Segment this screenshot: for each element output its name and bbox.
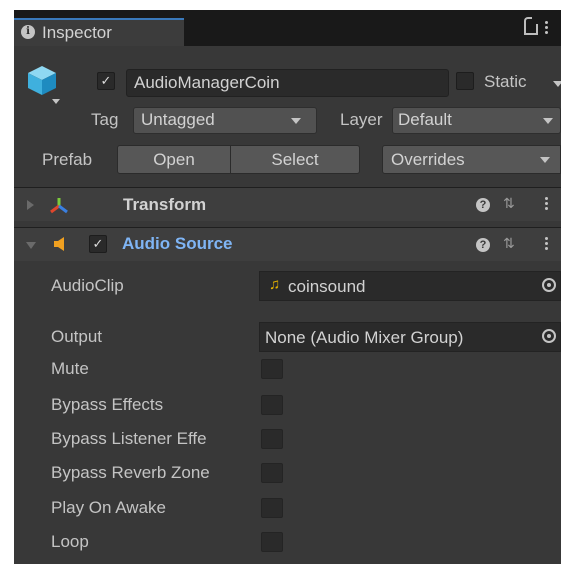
component-menu-icon[interactable] xyxy=(545,237,548,252)
output-label: Output xyxy=(51,327,103,346)
layer-dropdown[interactable]: Default xyxy=(392,107,561,134)
loop-label: Loop xyxy=(51,532,89,551)
tab-bar: i Inspector xyxy=(14,10,561,46)
lock-icon[interactable] xyxy=(524,17,538,35)
active-toggle-checkbox[interactable]: ✓ xyxy=(97,72,115,90)
audioclip-field[interactable]: ♫ coinsound xyxy=(259,271,561,301)
prefab-overrides-label: Overrides xyxy=(391,150,465,169)
layer-value: Default xyxy=(398,110,452,129)
transform-title: Transform xyxy=(123,195,207,214)
help-icon[interactable]: ? xyxy=(476,238,490,252)
prefab-label: Prefab xyxy=(42,150,93,169)
audioclip-label: AudioClip xyxy=(51,276,124,295)
chevron-down-icon xyxy=(543,118,553,124)
play-on-awake-checkbox[interactable] xyxy=(261,498,283,518)
inspector-panel: i Inspector ✓ AudioManagerCoin Static Ta… xyxy=(14,10,561,564)
tab-label: Inspector xyxy=(42,23,112,42)
static-label: Static xyxy=(484,72,527,91)
bypass-listener-effects-label: Bypass Listener Effe xyxy=(51,429,207,448)
audio-clip-icon: ♫ xyxy=(269,276,281,293)
chevron-down-icon xyxy=(540,157,550,163)
output-value: None (Audio Mixer Group) xyxy=(265,328,464,347)
mute-checkbox[interactable] xyxy=(261,359,283,379)
preset-icon[interactable]: ⇅ xyxy=(503,195,515,212)
tag-value: Untagged xyxy=(141,110,215,129)
audio-source-icon xyxy=(54,237,64,251)
mute-label: Mute xyxy=(51,359,89,378)
bypass-reverb-zones-label: Bypass Reverb Zone xyxy=(51,463,210,482)
bypass-listener-effects-checkbox[interactable] xyxy=(261,429,283,449)
object-picker-icon[interactable] xyxy=(542,329,556,343)
audio-source-enabled-checkbox[interactable]: ✓ xyxy=(89,235,107,253)
audio-source-title: Audio Source xyxy=(122,234,233,253)
play-on-awake-label: Play On Awake xyxy=(51,498,166,517)
layer-label: Layer xyxy=(340,110,383,129)
bypass-reverb-zones-checkbox[interactable] xyxy=(261,463,283,483)
tag-dropdown[interactable]: Untagged xyxy=(133,107,317,134)
gameobject-name-input[interactable]: AudioManagerCoin xyxy=(126,69,449,97)
foldout-collapsed-icon[interactable] xyxy=(27,200,34,210)
preset-icon[interactable]: ⇅ xyxy=(503,235,515,252)
component-menu-icon[interactable] xyxy=(545,197,548,212)
foldout-expanded-icon[interactable] xyxy=(26,242,36,249)
loop-checkbox[interactable] xyxy=(261,532,283,552)
object-picker-icon[interactable] xyxy=(542,278,556,292)
static-dropdown-icon[interactable] xyxy=(553,81,561,87)
gameobject-name-text: AudioManagerCoin xyxy=(134,73,280,92)
audio-source-component-header[interactable]: ✓ Audio Source ? ⇅ xyxy=(14,227,561,261)
prefab-select-button[interactable]: Select xyxy=(230,145,360,174)
transform-icon xyxy=(50,198,68,214)
chevron-down-icon xyxy=(291,118,301,124)
tag-label: Tag xyxy=(91,110,119,129)
help-icon[interactable]: ? xyxy=(476,198,490,212)
info-icon: i xyxy=(21,25,35,39)
tab-menu-icon[interactable] xyxy=(545,21,548,36)
output-field[interactable]: None (Audio Mixer Group) xyxy=(259,322,561,352)
bypass-effects-checkbox[interactable] xyxy=(261,395,283,415)
tab-inspector[interactable]: i Inspector xyxy=(14,18,184,46)
gameobject-cube-icon[interactable] xyxy=(22,59,70,107)
audioclip-value: coinsound xyxy=(288,277,366,296)
prefab-overrides-dropdown[interactable]: Overrides xyxy=(382,145,561,174)
transform-component-header[interactable]: Transform ? ⇅ xyxy=(14,187,561,221)
prefab-open-button[interactable]: Open xyxy=(117,145,231,174)
static-checkbox[interactable] xyxy=(456,72,474,90)
bypass-effects-label: Bypass Effects xyxy=(51,395,164,414)
